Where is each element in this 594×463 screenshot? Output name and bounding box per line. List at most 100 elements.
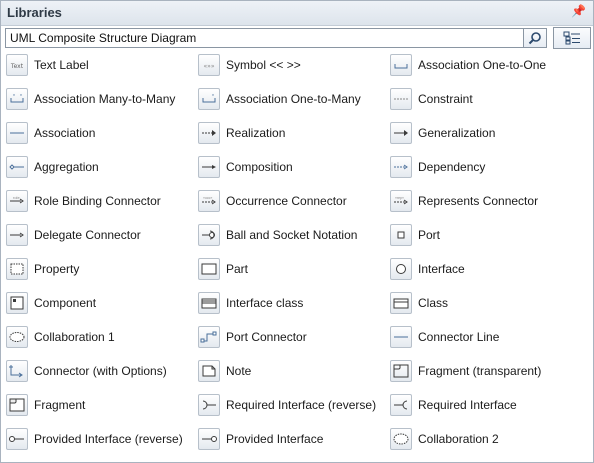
text-label-icon: Text [6, 54, 28, 76]
library-item-provided-interface-reverse[interactable]: Provided Interface (reverse) [6, 427, 183, 451]
component-icon [6, 292, 28, 314]
library-item-port[interactable]: Port [390, 223, 440, 247]
library-item-label: Ball and Socket Notation [226, 228, 358, 242]
library-item-occurrence-connector[interactable]: «occ» Occurrence Connector [198, 189, 347, 213]
library-item-fragment-transparent[interactable]: Fragment (transparent) [390, 359, 541, 383]
panel-title: Libraries [7, 5, 62, 20]
library-item-label: Interface class [226, 296, 304, 310]
fragment-transparent-icon [390, 360, 412, 382]
library-item-label: Aggregation [34, 160, 99, 174]
constraint-icon [390, 88, 412, 110]
library-item-label: Association Many-to-Many [34, 92, 176, 106]
svg-text:«»»: «»» [203, 63, 214, 70]
occurrence-connector-icon: «occ» [198, 190, 220, 212]
library-item-label: Realization [226, 126, 286, 140]
library-item-property[interactable]: Property [6, 257, 79, 281]
library-item-label: Association One-to-One [418, 58, 547, 72]
library-item-label: Symbol << >> [226, 58, 301, 72]
library-item-label: Provided Interface [226, 432, 324, 446]
library-item-label: Role Binding Connector [34, 194, 161, 208]
library-item-label: Part [226, 262, 249, 276]
port-icon [390, 224, 412, 246]
provided-interface-reverse-icon [6, 428, 28, 450]
library-item-aggregation[interactable]: Aggregation [6, 155, 99, 179]
dependency-icon [390, 156, 412, 178]
library-item-label: Required Interface (reverse) [226, 398, 377, 412]
search-button[interactable] [523, 29, 546, 47]
library-item-note[interactable]: Note [198, 359, 251, 383]
library-item-represents-connector[interactable]: «rep» Represents Connector [390, 189, 538, 213]
library-item-delegate-connector[interactable]: Delegate Connector [6, 223, 141, 247]
property-icon [6, 258, 28, 280]
view-options-button[interactable] [553, 27, 591, 49]
libraries-panel: Libraries 📌 TextText Label«»»Symbol [0, 0, 594, 463]
svg-text:«rep»: «rep» [395, 196, 404, 200]
search-input[interactable] [6, 29, 524, 47]
svg-text:role: role [13, 195, 20, 200]
library-item-constraint[interactable]: Constraint [390, 87, 473, 111]
library-item-label: Interface [418, 262, 465, 276]
represents-connector-icon: «rep» [390, 190, 412, 212]
association-icon [6, 122, 28, 144]
library-item-label: Connector (with Options) [34, 364, 167, 378]
library-item-association[interactable]: Association [6, 121, 95, 145]
library-item-class[interactable]: Class [390, 291, 448, 315]
library-item-text-label[interactable]: Text Text Label [6, 53, 89, 77]
provided-interface-icon [198, 428, 220, 450]
svg-text:*: * [212, 94, 214, 100]
library-item-collaboration[interactable]: Collaboration 1 [6, 325, 115, 349]
library-item-connector-with-options[interactable]: Connector (with Options) [6, 359, 167, 383]
library-item-required-interface-reverse[interactable]: Required Interface (reverse) [198, 393, 376, 417]
library-item-label: Association One-to-Many [226, 92, 361, 106]
library-item-role-binding-connector[interactable]: role Role Binding Connector [6, 189, 161, 213]
library-item-label: Constraint [418, 92, 473, 106]
library-item-interface[interactable]: Interface [390, 257, 465, 281]
library-item-label: Port Connector [226, 330, 307, 344]
svg-text:«occ»: «occ» [203, 196, 212, 200]
library-item-association-many-to-many[interactable]: * * Association Many-to-Many [6, 87, 175, 111]
library-item-label: Required Interface [418, 398, 517, 412]
library-item-label: Composition [226, 160, 293, 174]
required-interface-reverse-icon [198, 394, 220, 416]
library-item-label: Property [34, 262, 80, 276]
association-one-to-many-icon: * [198, 88, 220, 110]
composition-icon [198, 156, 220, 178]
library-item-realization[interactable]: Realization [198, 121, 285, 145]
library-item-label: Collaboration 1 [34, 330, 115, 344]
library-item-component[interactable]: Component [6, 291, 96, 315]
note-icon [198, 360, 220, 382]
panel-titlebar: Libraries 📌 [1, 1, 593, 26]
library-item-label: Note [226, 364, 252, 378]
library-item-ball-and-socket[interactable]: Ball and Socket Notation [198, 223, 357, 247]
library-item-symbol[interactable]: «»» Symbol << >> [198, 53, 301, 77]
library-item-label: Connector Line [418, 330, 500, 344]
library-item-provided-interface[interactable]: Provided Interface [198, 427, 323, 451]
library-item-association-one-to-many[interactable]: * Association One-to-Many [198, 87, 361, 111]
library-item-interface-class[interactable]: Interface class [198, 291, 303, 315]
library-item-port-connector[interactable]: Port Connector [198, 325, 307, 349]
library-item-association-one-to-one[interactable]: Association One-to-One [390, 53, 546, 77]
library-item-dependency[interactable]: Dependency [390, 155, 485, 179]
association-one-to-one-icon [390, 54, 412, 76]
library-item-collaboration-2[interactable]: Collaboration 2 [390, 427, 499, 451]
delegate-connector-icon [6, 224, 28, 246]
pin-icon[interactable]: 📌 [571, 4, 586, 18]
symbol-icon: «»» [198, 54, 220, 76]
library-item-label: Port [418, 228, 441, 242]
connector-line-icon [390, 326, 412, 348]
aggregation-icon [6, 156, 28, 178]
library-item-fragment[interactable]: Fragment [6, 393, 85, 417]
library-item-label: Text Label [34, 58, 89, 72]
required-interface-icon [390, 394, 412, 416]
library-item-part[interactable]: Part [198, 257, 248, 281]
library-item-connector-line[interactable]: Connector Line [390, 325, 499, 349]
search-box [5, 28, 547, 48]
library-item-label: Fragment [34, 398, 86, 412]
library-item-composition[interactable]: Composition [198, 155, 293, 179]
association-many-to-many-icon: * * [6, 88, 28, 110]
library-item-label: Generalization [418, 126, 496, 140]
list-view-icon [563, 31, 580, 45]
library-item-label: Dependency [418, 160, 486, 174]
library-item-required-interface[interactable]: Required Interface [390, 393, 517, 417]
library-item-generalization[interactable]: Generalization [390, 121, 495, 145]
